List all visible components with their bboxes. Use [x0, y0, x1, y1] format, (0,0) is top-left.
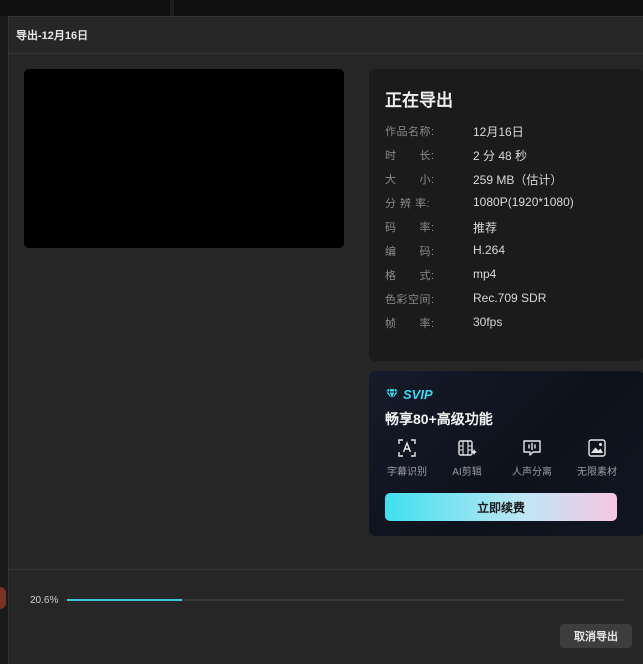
feature-unlimited-assets[interactable]: 无限素材: [567, 438, 627, 482]
background-avatar: [0, 587, 6, 609]
info-label: 分 辨 率:: [385, 198, 431, 210]
info-value: 30fps: [473, 315, 503, 329]
export-progress-fill: [67, 599, 182, 601]
info-value: 259 MB（估计）: [473, 173, 563, 187]
info-label: 时 长:: [385, 150, 435, 162]
info-value: 1080P(1920*1080): [473, 195, 574, 209]
ai-edit-icon: [458, 440, 477, 456]
subtitle-recognition-icon: [398, 439, 416, 457]
info-label: 编 码:: [385, 246, 435, 258]
feature-label: 字幕识别: [387, 467, 427, 478]
info-value: 推荐: [473, 221, 498, 235]
svip-promo-panel: SVIP 畅享80+高级功能 字幕识别 AI剪辑 人声分离 无限素材 立即续费: [369, 371, 643, 536]
footer-divider: [9, 569, 643, 570]
export-status-heading: 正在导出: [385, 91, 453, 110]
info-label: 格 式:: [385, 270, 435, 282]
info-value: 2 分 48 秒: [473, 149, 528, 163]
video-preview: [24, 69, 344, 248]
progress-percentage: 20.6%: [30, 595, 59, 606]
voice-separation-icon: [523, 440, 541, 456]
info-label: 大 小:: [385, 174, 435, 186]
dialog-title: 导出-12月16日: [16, 30, 89, 42]
renew-button[interactable]: 立即续费: [385, 493, 617, 521]
cancel-export-button[interactable]: 取消导出: [560, 624, 632, 648]
export-info-panel: 正在导出 作品名称: 12月16日 时 长: 2 分 48 秒 大 小: 259…: [369, 69, 643, 361]
background-app-bar: [0, 0, 643, 16]
info-label: 码 率:: [385, 222, 435, 234]
svip-title: 畅享80+高级功能: [385, 411, 493, 427]
dialog-header: 导出-12月16日: [9, 17, 643, 54]
feature-label: 人声分离: [512, 467, 552, 478]
feature-subtitle-recognition[interactable]: 字幕识别: [377, 438, 437, 482]
info-value: mp4: [473, 267, 497, 281]
svip-badge-row: SVIP: [385, 386, 433, 402]
diamond-icon: [386, 388, 398, 401]
export-dialog: 导出-12月16日 正在导出 作品名称: 12月16日 时 长: 2 分 48 …: [8, 16, 643, 664]
info-value: H.264: [473, 243, 506, 257]
svip-badge: SVIP: [403, 386, 433, 402]
info-value: 12月16日: [473, 125, 524, 139]
info-value: Rec.709 SDR: [473, 291, 547, 305]
info-label: 帧 率:: [385, 318, 435, 330]
background-left-edge: [0, 16, 8, 664]
info-label: 作品名称:: [385, 126, 435, 138]
unlimited-assets-icon: [588, 439, 606, 457]
info-label: 色彩空间:: [385, 294, 435, 306]
feature-voice-separation[interactable]: 人声分离: [502, 438, 562, 482]
feature-ai-edit[interactable]: AI剪辑: [437, 438, 497, 482]
feature-label: AI剪辑: [452, 467, 482, 478]
export-progress-bar: [67, 599, 624, 601]
feature-label: 无限素材: [577, 467, 617, 478]
background-divider: [170, 0, 174, 16]
